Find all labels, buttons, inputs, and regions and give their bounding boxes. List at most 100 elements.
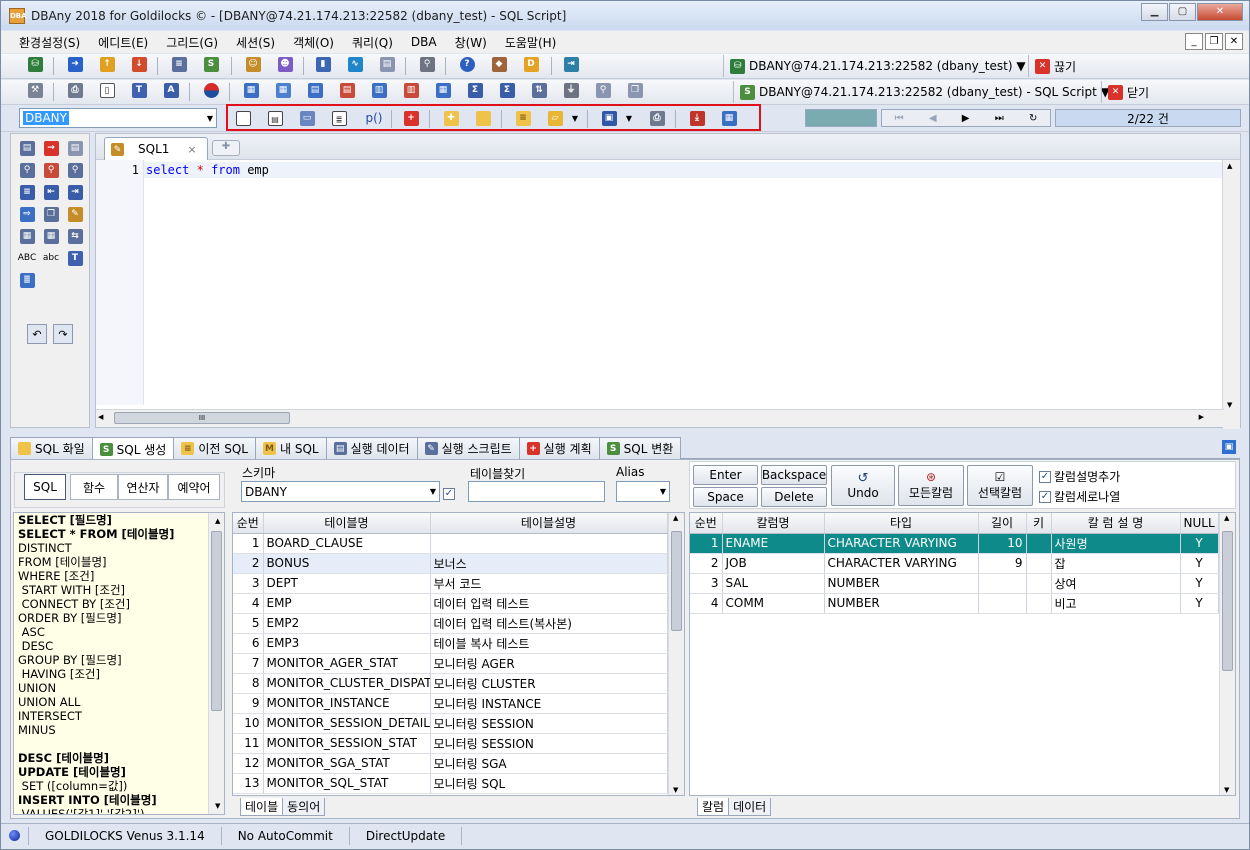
report-icon[interactable]: ▤ <box>377 54 397 74</box>
table-name-cell[interactable]: MONITOR_AGER_STAT <box>263 653 431 674</box>
menu-help[interactable]: 도움말(H) <box>496 34 566 51</box>
editor-horizontal-scrollbar[interactable]: ◀ III ▶ <box>96 409 1224 427</box>
col-header-table-desc[interactable]: 테이블설명 <box>430 513 668 534</box>
table-row[interactable]: 13 MONITOR_SQL_STAT 모니터링 SQL <box>233 773 668 794</box>
table-seq-cell[interactable]: 2 <box>233 553 264 574</box>
column-null-cell[interactable]: Y <box>1180 593 1219 614</box>
connection-selector[interactable]: DBANY@74.21.174.213:22582 (dbany_test) ▼ <box>749 59 1026 73</box>
table-row[interactable]: 9 MONITOR_INSTANCE 모니터링 INSTANCE <box>233 693 668 714</box>
table-row[interactable]: 1 BOARD_CLAUSE <box>233 533 668 554</box>
table-list-scrollbar[interactable]: ▲ ▼ <box>668 513 684 795</box>
table-name-cell[interactable]: MONITOR_SQL_STAT <box>263 773 431 794</box>
column-name-cell[interactable]: COMM <box>722 593 825 614</box>
col-header-key[interactable]: 키 <box>1026 513 1052 534</box>
helper-item[interactable]: CONNECT BY [조건] <box>16 597 224 611</box>
column-length-cell[interactable] <box>978 573 1027 594</box>
language-flag-icon[interactable] <box>201 80 221 100</box>
print-icon[interactable]: ⎙ <box>65 80 85 100</box>
table-name-cell[interactable]: MONITOR_SESSION_DETAIL <box>263 713 431 734</box>
filter-icon[interactable]: ⏚ <box>561 80 581 100</box>
helper-item[interactable]: UPDATE [테이블명] <box>16 765 224 779</box>
format-tool-icon[interactable]: ≣ <box>17 270 37 290</box>
grid-icon-6[interactable]: ▥ <box>401 80 421 100</box>
add-column-desc-option[interactable]: ✓ 칼럼설명추가 <box>1039 468 1120 485</box>
monitor-icon[interactable]: ∿ <box>345 54 365 74</box>
vertical-columns-option[interactable]: ✓ 칼럼세로나열 <box>1039 488 1120 505</box>
column-row[interactable]: 3 SAL NUMBER 상여 Y <box>690 573 1219 594</box>
column-seq-cell[interactable]: 1 <box>690 533 723 554</box>
sum-icon-1[interactable]: Σ <box>465 80 485 100</box>
helper-item[interactable]: SET ([column=값]) <box>16 779 224 793</box>
col-header-length[interactable]: 길이 <box>978 513 1027 534</box>
helper-item[interactable]: ASC <box>16 625 224 639</box>
minimize-button[interactable]: ▁ <box>1141 3 1168 21</box>
table-seq-cell[interactable]: 10 <box>233 713 264 734</box>
table-desc-cell[interactable]: 보너스 <box>430 553 668 574</box>
table-desc-cell[interactable]: 부서 코드 <box>430 573 668 594</box>
disconnect-button[interactable]: 끊기 <box>1054 58 1076 75</box>
table-name-cell[interactable]: BONUS <box>263 553 431 574</box>
subtab-columns[interactable]: 칼럼 <box>697 798 730 816</box>
prev-record-icon[interactable]: ◀ <box>929 113 937 124</box>
column-seq-cell[interactable]: 2 <box>690 553 723 574</box>
close-window-button[interactable]: ✕ <box>1197 3 1243 21</box>
helper-tab-functions[interactable]: 함수 <box>70 474 118 500</box>
helper-item[interactable]: SELECT [필드명] <box>16 513 224 527</box>
column-type-cell[interactable]: NUMBER <box>824 573 979 594</box>
insert-tool-icon[interactable]: → <box>41 138 61 158</box>
table-name-cell[interactable]: MONITOR_SGA_STAT <box>263 753 431 774</box>
column-length-cell[interactable] <box>978 593 1027 614</box>
redo-icon[interactable]: ↷ <box>53 324 73 344</box>
table-desc-cell[interactable] <box>430 533 668 554</box>
backspace-button[interactable]: Backspace <box>761 465 827 485</box>
table-seq-cell[interactable]: 12 <box>233 753 264 774</box>
first-record-icon[interactable]: ⏮ <box>895 113 904 124</box>
search-grid-icon[interactable]: ⚲ <box>593 80 613 100</box>
download-icon[interactable]: ↓ <box>129 54 149 74</box>
schema-select[interactable]: DBANY ▼ <box>241 481 440 502</box>
tab-my-sql[interactable]: M내 SQL <box>254 437 327 459</box>
grid-icon-7[interactable]: ▦ <box>433 80 453 100</box>
column-null-cell[interactable]: Y <box>1180 553 1219 574</box>
table-row[interactable]: 2 BONUS 보너스 <box>233 553 668 574</box>
table-name-cell[interactable]: MONITOR_CLUSTER_DISPATCH <box>263 673 431 694</box>
column-key-cell[interactable] <box>1026 573 1052 594</box>
alias-select[interactable]: ▼ <box>616 481 670 502</box>
table-seq-cell[interactable]: 8 <box>233 673 264 694</box>
helper-item[interactable]: HAVING [조건] <box>16 667 224 681</box>
move-tool-icon[interactable]: ⇨ <box>17 204 37 224</box>
helper-item[interactable]: VALUES('[값1]','[값2]') <box>16 807 224 814</box>
close-tab-icon[interactable]: × <box>187 143 196 156</box>
tab-sql-generate[interactable]: S SQL 생성 <box>91 437 175 460</box>
replace-tool-icon[interactable]: ⚲ <box>41 160 61 180</box>
last-record-icon[interactable]: ⏭ <box>995 113 1004 124</box>
table-name-cell[interactable]: EMP <box>263 593 431 614</box>
column-seq-cell[interactable]: 3 <box>690 573 723 594</box>
helper-item[interactable]: DESC <box>16 639 224 653</box>
menu-settings[interactable]: 환경설정(S) <box>10 34 89 51</box>
column-desc-cell[interactable]: 상여 <box>1051 573 1181 594</box>
outdent-tool-icon[interactable]: ⇤ <box>41 182 61 202</box>
uppercase-icon[interactable]: ABC <box>15 248 39 268</box>
space-button[interactable]: Space <box>693 487 758 507</box>
table-seq-cell[interactable]: 6 <box>233 633 264 654</box>
table-row[interactable]: 12 MONITOR_SGA_STAT 모니터링 SGA <box>233 753 668 774</box>
list-icon[interactable]: ≡ <box>169 54 189 74</box>
schema-combo[interactable]: DBANY ▼ <box>19 108 217 128</box>
add-column-desc-checkbox[interactable]: ✓ <box>1039 470 1051 483</box>
menu-dba[interactable]: DBA <box>402 35 446 49</box>
pin-icon[interactable]: ▣ <box>1222 440 1236 454</box>
tab-previous-sql[interactable]: ≡ 이전 SQL <box>173 437 256 459</box>
column-key-cell[interactable] <box>1026 533 1052 554</box>
upload-icon[interactable]: ↑ <box>97 54 117 74</box>
menu-session[interactable]: 세션(S) <box>227 34 284 51</box>
column-length-cell[interactable]: 10 <box>978 533 1027 554</box>
column-desc-cell[interactable]: 잡 <box>1051 553 1181 574</box>
helper-item[interactable]: DISTINCT <box>16 541 224 555</box>
update-tool-icon[interactable]: ▤ <box>65 138 85 158</box>
helper-item[interactable]: SELECT * FROM [테이블명] <box>16 527 224 541</box>
col-header-column-name[interactable]: 칼럼명 <box>722 513 825 534</box>
col-header-table-name[interactable]: 테이블명 <box>263 513 431 534</box>
helper-tab-operators[interactable]: 연산자 <box>118 474 168 500</box>
table-row[interactable]: 3 DEPT 부서 코드 <box>233 573 668 594</box>
